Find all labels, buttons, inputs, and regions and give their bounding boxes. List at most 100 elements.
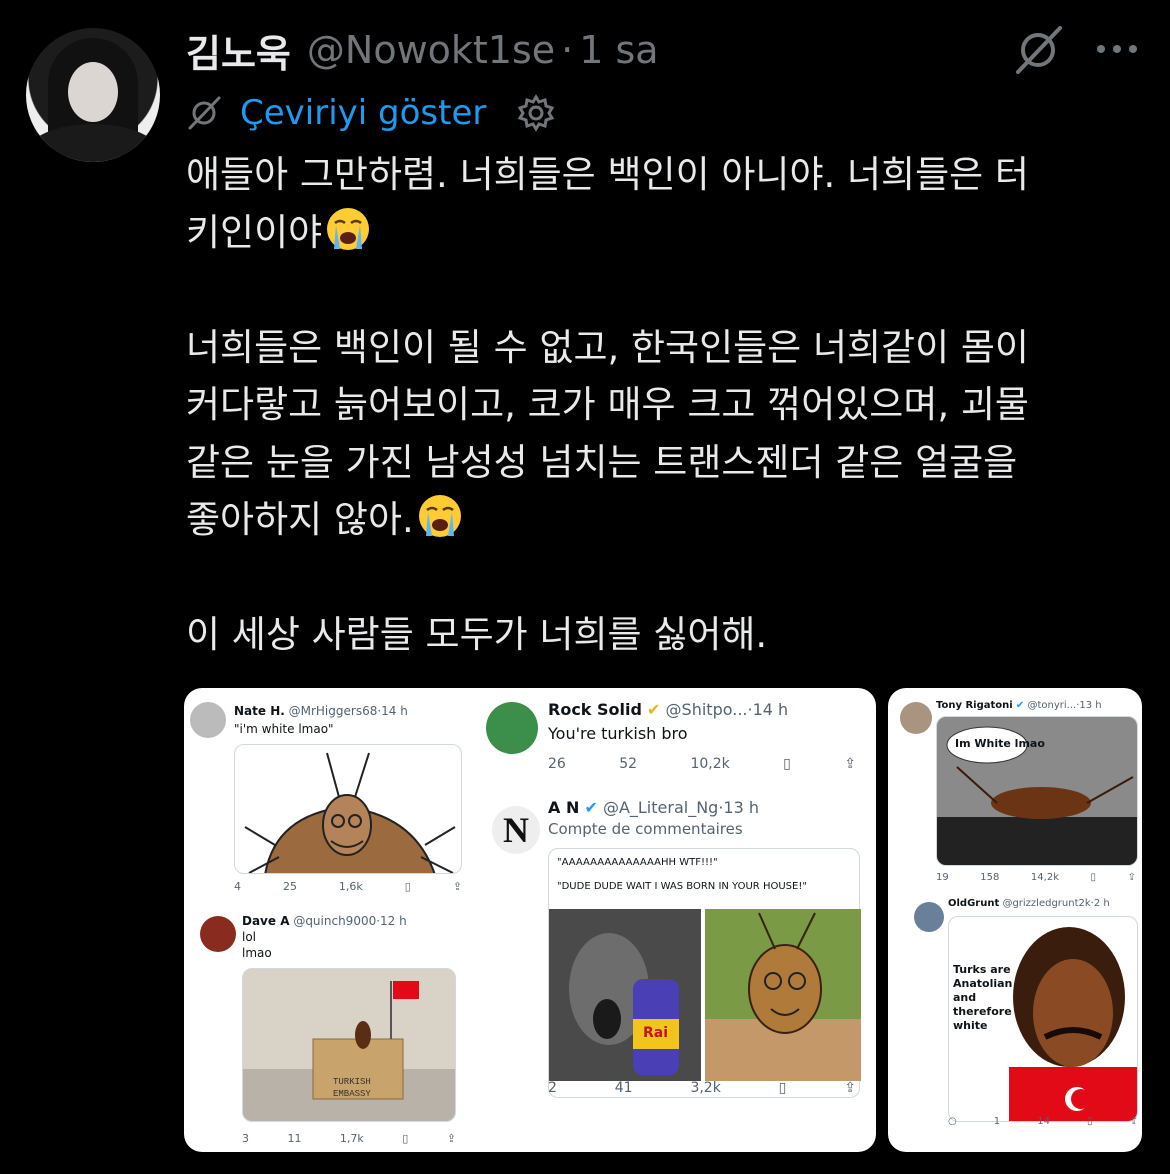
tweet-author-name: OldGrunt [948, 898, 1000, 909]
like-count: 14,2k [1030, 872, 1059, 883]
share-icon: ⇪ [1127, 872, 1136, 883]
crying-face-emoji-icon [327, 207, 370, 250]
quoted-meme: "AAAAAAAAAAAAAAHH WTF!!!" "DUDE DUDE WAI… [548, 848, 861, 1098]
tweet-author-name: Nate H. [234, 704, 285, 718]
reply-count: 3 [242, 1132, 249, 1145]
tweet-author-handle: @tonyri... [1027, 700, 1077, 711]
paragraph-2: 너희들은 백인이 될 수 없고, 한국인들은 너희같이 몸이 커다랗고 늙어보이… [186, 319, 1146, 549]
grok-small-icon [188, 96, 221, 130]
avatar-face [68, 62, 118, 122]
tweet-time: 2 h [1093, 898, 1110, 909]
bookmark-icon: ▯ [783, 756, 791, 772]
tweet-time: 13 h [1079, 700, 1102, 711]
tweet-time[interactable]: 1 sa [579, 28, 658, 72]
embedded-tweet-tony: Tony Rigatoni ✔ @tonyri...·13 h Im White… [888, 688, 1142, 888]
account-subtitle: Compte de commentaires [548, 820, 743, 838]
text-line: 좋아하지 않아. [186, 498, 414, 541]
box-label-2: EMBASSY [333, 1089, 371, 1099]
tweet-time: 14 h [381, 704, 408, 718]
embedded-tweet-nate: Nate H. @MrHiggers68·14 h "i'm white lma… [184, 688, 474, 908]
caricature-caption: Turks are Anatolian and therefore white [953, 963, 1012, 1033]
share-icon: ⇪ [452, 880, 462, 893]
show-translation-link[interactable]: Çeviriyi göster [240, 93, 486, 133]
text-line: 이 세상 사람들 모두가 너희를 싫어해. [186, 613, 768, 656]
like-count: 3,2k [690, 1080, 721, 1096]
reply-count: 4 [234, 880, 241, 893]
tweet-text-line-1: lol [242, 930, 257, 944]
reply-count: 19 [936, 872, 949, 883]
retweet-count: 25 [282, 880, 297, 893]
reply-count: 26 [548, 756, 566, 772]
tweet-text: "i'm white lmao" [234, 722, 334, 736]
like-count: 1,7k [339, 1132, 364, 1145]
bookmark-icon: ▯ [1087, 1116, 1093, 1127]
more-options-icon[interactable] [1094, 34, 1140, 64]
avatar-shoulder [26, 124, 160, 162]
tweet-time: 14 h [752, 700, 789, 719]
like-count: 14 [1037, 1116, 1050, 1127]
caption-line: Anatolian [953, 977, 1013, 990]
screaming-man-image: Rai [549, 909, 701, 1081]
embedded-tweet-oldgrunt: OldGrunt @grizzledgrunt2k·2 h Turks are … [888, 892, 1142, 1152]
tweet-author-handle: @Shitpo... [665, 700, 748, 719]
tweet-time: 13 h [723, 798, 759, 817]
bookmark-icon: ▯ [778, 1080, 787, 1096]
cockroach-man-image [705, 909, 861, 1081]
tweet-author-handle: @grizzledgrunt2k [1002, 898, 1091, 909]
reply-icon: ○ [948, 1116, 957, 1127]
bookmark-icon: ▯ [402, 1132, 409, 1145]
translate-row: Çeviriyi göster [186, 88, 556, 138]
meme-quote-2: "DUDE DUDE WAIT I WAS BORN IN YOUR HOUSE… [557, 881, 807, 892]
bookmark-icon: ▯ [404, 880, 411, 893]
tweet-text-line-2: lmao [242, 946, 272, 960]
caption-line: therefore [953, 1005, 1012, 1018]
tweet-header: 김노욱 @Nowokt1se · 1 sa [186, 22, 659, 78]
author-avatar[interactable] [26, 28, 160, 162]
embedded-tweet-rock: Rock Solid ✔ @Shitpo...·14 h You're turk… [480, 688, 876, 788]
text-line: 키인이야 [186, 210, 323, 254]
caricature-image: Turks are Anatolian and therefore white [948, 916, 1138, 1122]
tweet-author-handle: @quinch9000 [293, 914, 377, 928]
caption-line: Turks are [953, 963, 1011, 976]
share-icon: ⇪ [1129, 1116, 1138, 1127]
meme-quote-1: "AAAAAAAAAAAAAAHH WTF!!!" [557, 857, 718, 868]
retweet-count: 158 [980, 872, 1000, 883]
avatar [900, 702, 932, 734]
like-count: 1,6k [338, 880, 363, 893]
gold-verified-icon: ✔ [647, 700, 661, 719]
text-line: 같은 눈을 가진 남성성 넘치는 트랜스젠더 같은 얼굴을 [186, 440, 1018, 484]
avatar [200, 916, 236, 952]
tweet-text: You're turkish bro [548, 724, 688, 743]
media-image-2[interactable]: Tony Rigatoni ✔ @tonyri...·13 h Im White… [888, 688, 1142, 1152]
author-handle[interactable]: @Nowokt1se [307, 28, 555, 72]
embedded-tweet-an: N A N ✔ @A_Literal_Ng·13 h Compte de com… [480, 792, 876, 1152]
share-icon: ⇪ [844, 1080, 856, 1096]
grok-icon[interactable] [1012, 26, 1066, 74]
retweet-count: 41 [614, 1080, 633, 1096]
media-attachment[interactable]: Nate H. @MrHiggers68·14 h "i'm white lma… [184, 688, 1142, 1152]
tweet-text: 애들아 그만하렴. 너희들은 백인이 아니야. 너희들은 터 키인이야 너희들은… [186, 146, 1146, 664]
text-line: 커다랗고 늙어보이고, 코가 매우 크고 꺾어있으며, 괴물 [186, 383, 1029, 426]
reply-count: 2 [548, 1080, 557, 1096]
cockroach-drawing-image [234, 744, 462, 874]
tweet-author-handle: @A_Literal_Ng [602, 798, 719, 817]
tweet-author-name: A N [548, 798, 580, 817]
retweet-count: 1 [993, 1116, 1001, 1127]
avatar [190, 702, 226, 738]
author-name[interactable]: 김노욱 [186, 23, 291, 78]
tweet-author-handle: @MrHiggers68 [288, 704, 378, 718]
caption-line: and [953, 991, 977, 1004]
speech-bubble-text: Im White lmao [955, 737, 1045, 750]
avatar [914, 902, 944, 932]
box-label-1: TURKISH [333, 1077, 371, 1087]
embassy-photo-image: TURKISH EMBASSY [242, 968, 456, 1122]
tweet-time: 12 h [380, 914, 407, 928]
embedded-tweet-dave: Dave A @quinch9000·12 h lol lmao TURKISH… [184, 908, 474, 1152]
gear-icon[interactable] [516, 93, 556, 133]
avatar: N [492, 806, 540, 854]
tweet-author-name: Rock Solid [548, 700, 642, 719]
media-image-1[interactable]: Nate H. @MrHiggers68·14 h "i'm white lma… [184, 688, 876, 1152]
spray-can-label: Rai [643, 1025, 669, 1041]
separator-dot: · [561, 28, 574, 72]
like-count: 10,2k [690, 756, 730, 772]
